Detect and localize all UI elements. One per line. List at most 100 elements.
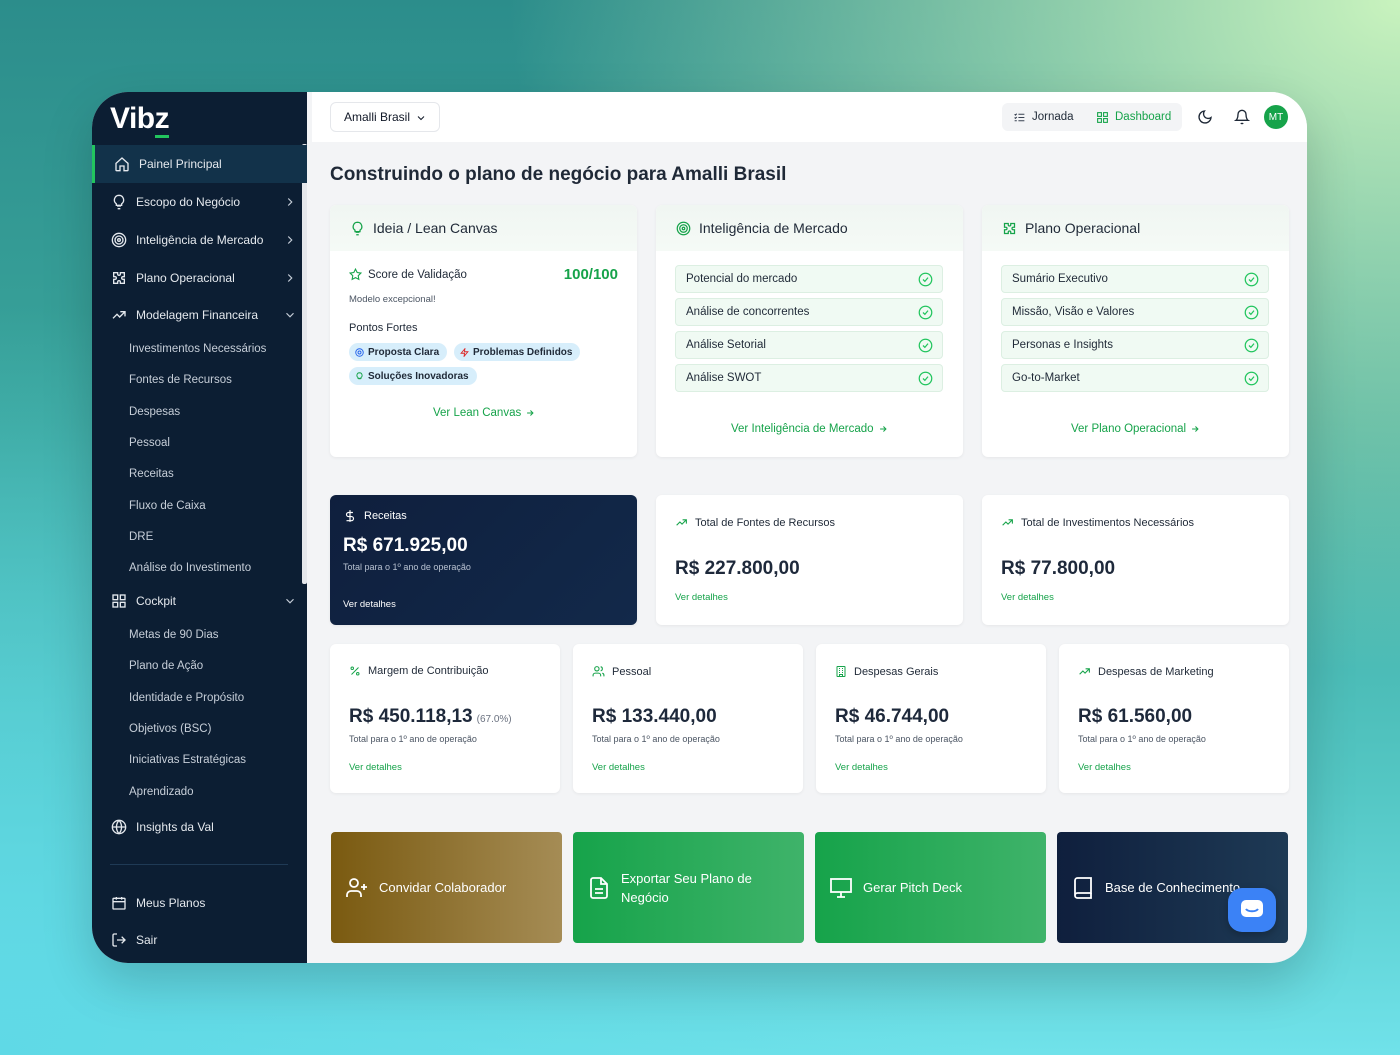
- trending-up-icon: [110, 306, 128, 324]
- star-icon: [349, 268, 362, 281]
- users-icon: [592, 666, 605, 677]
- sidebar-item-modelagem[interactable]: Modelagem Financeira: [92, 296, 307, 334]
- check-circle-icon: [1244, 338, 1259, 353]
- strengths-label: Pontos Fortes: [349, 322, 418, 334]
- mercado-item[interactable]: Análise SWOT: [675, 364, 943, 392]
- jornada-label: Jornada: [1032, 111, 1074, 123]
- moon-icon[interactable]: [1197, 109, 1213, 125]
- ver-plano-operacional-link[interactable]: Ver Plano Operacional: [1071, 423, 1200, 435]
- check-circle-icon: [918, 371, 933, 386]
- pessoal-details-link[interactable]: Ver detalhes: [592, 762, 645, 773]
- despesas-gerais-label: Despesas Gerais: [835, 665, 938, 678]
- investimentos-details-link[interactable]: Ver detalhes: [1001, 592, 1054, 603]
- despesas-gerais-details-link[interactable]: Ver detalhes: [835, 762, 888, 773]
- sidebar-item-label: Inteligência de Mercado: [136, 233, 264, 247]
- sidebar-subitem-dre[interactable]: DRE: [129, 531, 153, 543]
- sidebar-item-label: Insights da Val: [136, 820, 214, 834]
- puzzle-icon: [1003, 222, 1016, 234]
- ver-inteligencia-link[interactable]: Ver Inteligência de Mercado: [731, 423, 888, 435]
- margem-value: R$ 450.118,13 (67.0%): [349, 706, 512, 727]
- pill-solucoes-inovadoras: Soluções Inovadoras: [349, 367, 477, 385]
- building-icon: [836, 666, 846, 677]
- company-select[interactable]: Amalli Brasil: [330, 102, 440, 132]
- sidebar-item-meus-planos[interactable]: Meus Planos: [92, 884, 307, 922]
- chat-support-button[interactable]: [1228, 888, 1276, 932]
- sidebar-item-cockpit[interactable]: Cockpit: [92, 582, 307, 620]
- mercado-item[interactable]: Análise de concorrentes: [675, 298, 943, 326]
- dashboard-tab[interactable]: Dashboard: [1096, 103, 1171, 131]
- view-toggle: Jornada Dashboard: [1002, 103, 1182, 131]
- convidar-colaborador-button[interactable]: Convidar Colaborador: [331, 832, 562, 943]
- receitas-sub: Total para o 1º ano de operação: [343, 562, 471, 572]
- sidebar-item-sair[interactable]: Sair: [92, 921, 307, 959]
- grid-icon: [110, 592, 128, 610]
- pessoal-card[interactable]: Pessoal R$ 133.440,00 Total para o 1º an…: [573, 644, 803, 793]
- jornada-tab[interactable]: Jornada: [1013, 103, 1074, 131]
- margem-details-link[interactable]: Ver detalhes: [349, 762, 402, 773]
- book-icon: [1074, 876, 1092, 899]
- operacional-card: Plano Operacional Sumário Executivo Miss…: [982, 205, 1289, 457]
- sidebar-item-insights[interactable]: Insights da Val: [92, 808, 307, 846]
- sidebar-subitem-metas[interactable]: Metas de 90 Dias: [129, 629, 219, 641]
- dashboard-label: Dashboard: [1115, 111, 1172, 123]
- operacional-item[interactable]: Go-to-Market: [1001, 364, 1269, 392]
- marketing-details-link[interactable]: Ver detalhes: [1078, 762, 1131, 773]
- sidebar-subitem-fontes[interactable]: Fontes de Recursos: [129, 374, 232, 386]
- lean-canvas-card: Ideia / Lean Canvas Score de Validação 1…: [330, 205, 637, 457]
- despesas-gerais-card[interactable]: Despesas Gerais R$ 46.744,00 Total para …: [816, 644, 1046, 793]
- exportar-plano-button[interactable]: Exportar Seu Plano de Negócio: [573, 832, 804, 943]
- sidebar-subitem-iniciativas[interactable]: Iniciativas Estratégicas: [129, 754, 246, 766]
- marketing-card[interactable]: Despesas de Marketing R$ 61.560,00 Total…: [1059, 644, 1289, 793]
- operacional-item[interactable]: Sumário Executivo: [1001, 265, 1269, 293]
- target-icon: [110, 231, 128, 249]
- user-plus-icon: [346, 877, 367, 897]
- mercado-item[interactable]: Análise Setorial: [675, 331, 943, 359]
- investimentos-value: R$ 77.800,00: [1001, 558, 1116, 579]
- pill-problemas-definidos: Problemas Definidos: [454, 343, 581, 361]
- sidebar-subitem-identidade[interactable]: Identidade e Propósito: [129, 692, 244, 704]
- receitas-card[interactable]: Receitas R$ 671.925,00 Total para o 1º a…: [330, 495, 637, 625]
- company-select-value: Amalli Brasil: [344, 110, 411, 124]
- sidebar-subitem-receitas[interactable]: Receitas: [129, 468, 174, 480]
- globe-icon: [110, 818, 128, 836]
- margem-card[interactable]: Margem de Contribuição R$ 450.118,13 (67.…: [330, 644, 560, 793]
- bell-icon[interactable]: [1234, 109, 1250, 125]
- receitas-details-link[interactable]: Ver detalhes: [343, 599, 396, 610]
- sidebar-subitem-aprendizado[interactable]: Aprendizado: [129, 786, 194, 798]
- sidebar-item-label: Modelagem Financeira: [136, 308, 259, 322]
- fontes-value: R$ 227.800,00: [675, 558, 800, 579]
- sidebar-subitem-plano-acao[interactable]: Plano de Ação: [129, 660, 203, 672]
- operacional-item[interactable]: Missão, Visão e Valores: [1001, 298, 1269, 326]
- marketing-sub: Total para o 1º ano de operação: [1078, 734, 1206, 744]
- chevron-right-icon: [287, 274, 293, 282]
- mercado-item[interactable]: Potencial do mercado: [675, 265, 943, 293]
- gerar-pitch-deck-button[interactable]: Gerar Pitch Deck: [815, 832, 1046, 943]
- percent-icon: [350, 666, 360, 676]
- sidebar-item-plano-operacional[interactable]: Plano Operacional: [92, 259, 307, 297]
- ver-lean-canvas-link[interactable]: Ver Lean Canvas: [433, 407, 535, 419]
- arrow-right-icon: [1192, 426, 1199, 432]
- operacional-item[interactable]: Personas e Insights: [1001, 331, 1269, 359]
- pessoal-label: Pessoal: [592, 665, 651, 678]
- calendar-icon: [110, 894, 128, 912]
- sidebar-item-escopo[interactable]: Escopo do Negócio: [92, 183, 307, 221]
- sidebar-subitem-objetivos[interactable]: Objetivos (BSC): [129, 723, 211, 735]
- fontes-details-link[interactable]: Ver detalhes: [675, 592, 728, 603]
- investimentos-card[interactable]: Total de Investimentos Necessários R$ 77…: [982, 495, 1289, 625]
- sidebar-subitem-fluxo-caixa[interactable]: Fluxo de Caixa: [129, 500, 206, 512]
- sidebar-subitem-investimentos[interactable]: Investimentos Necessários: [129, 343, 266, 355]
- convidar-label: Convidar Colaborador: [379, 880, 507, 895]
- sidebar-item-inteligencia[interactable]: Inteligência de Mercado: [92, 221, 307, 259]
- file-text-icon: [590, 876, 608, 899]
- trending-up-icon: [1002, 519, 1013, 526]
- fontes-card[interactable]: Total de Fontes de Recursos R$ 227.800,0…: [656, 495, 963, 625]
- sidebar-subitem-analise-investimento[interactable]: Análise do Investimento: [129, 562, 251, 574]
- sidebar-subitem-pessoal[interactable]: Pessoal: [129, 437, 170, 449]
- puzzle-icon: [110, 269, 128, 287]
- margem-label: Margem de Contribuição: [349, 665, 488, 677]
- avatar[interactable]: MT: [1264, 105, 1288, 129]
- home-icon: [113, 155, 131, 173]
- sidebar-subitem-despesas[interactable]: Despesas: [129, 406, 180, 418]
- check-circle-icon: [1244, 371, 1259, 386]
- sidebar-item-painel-principal[interactable]: Painel Principal: [92, 145, 307, 183]
